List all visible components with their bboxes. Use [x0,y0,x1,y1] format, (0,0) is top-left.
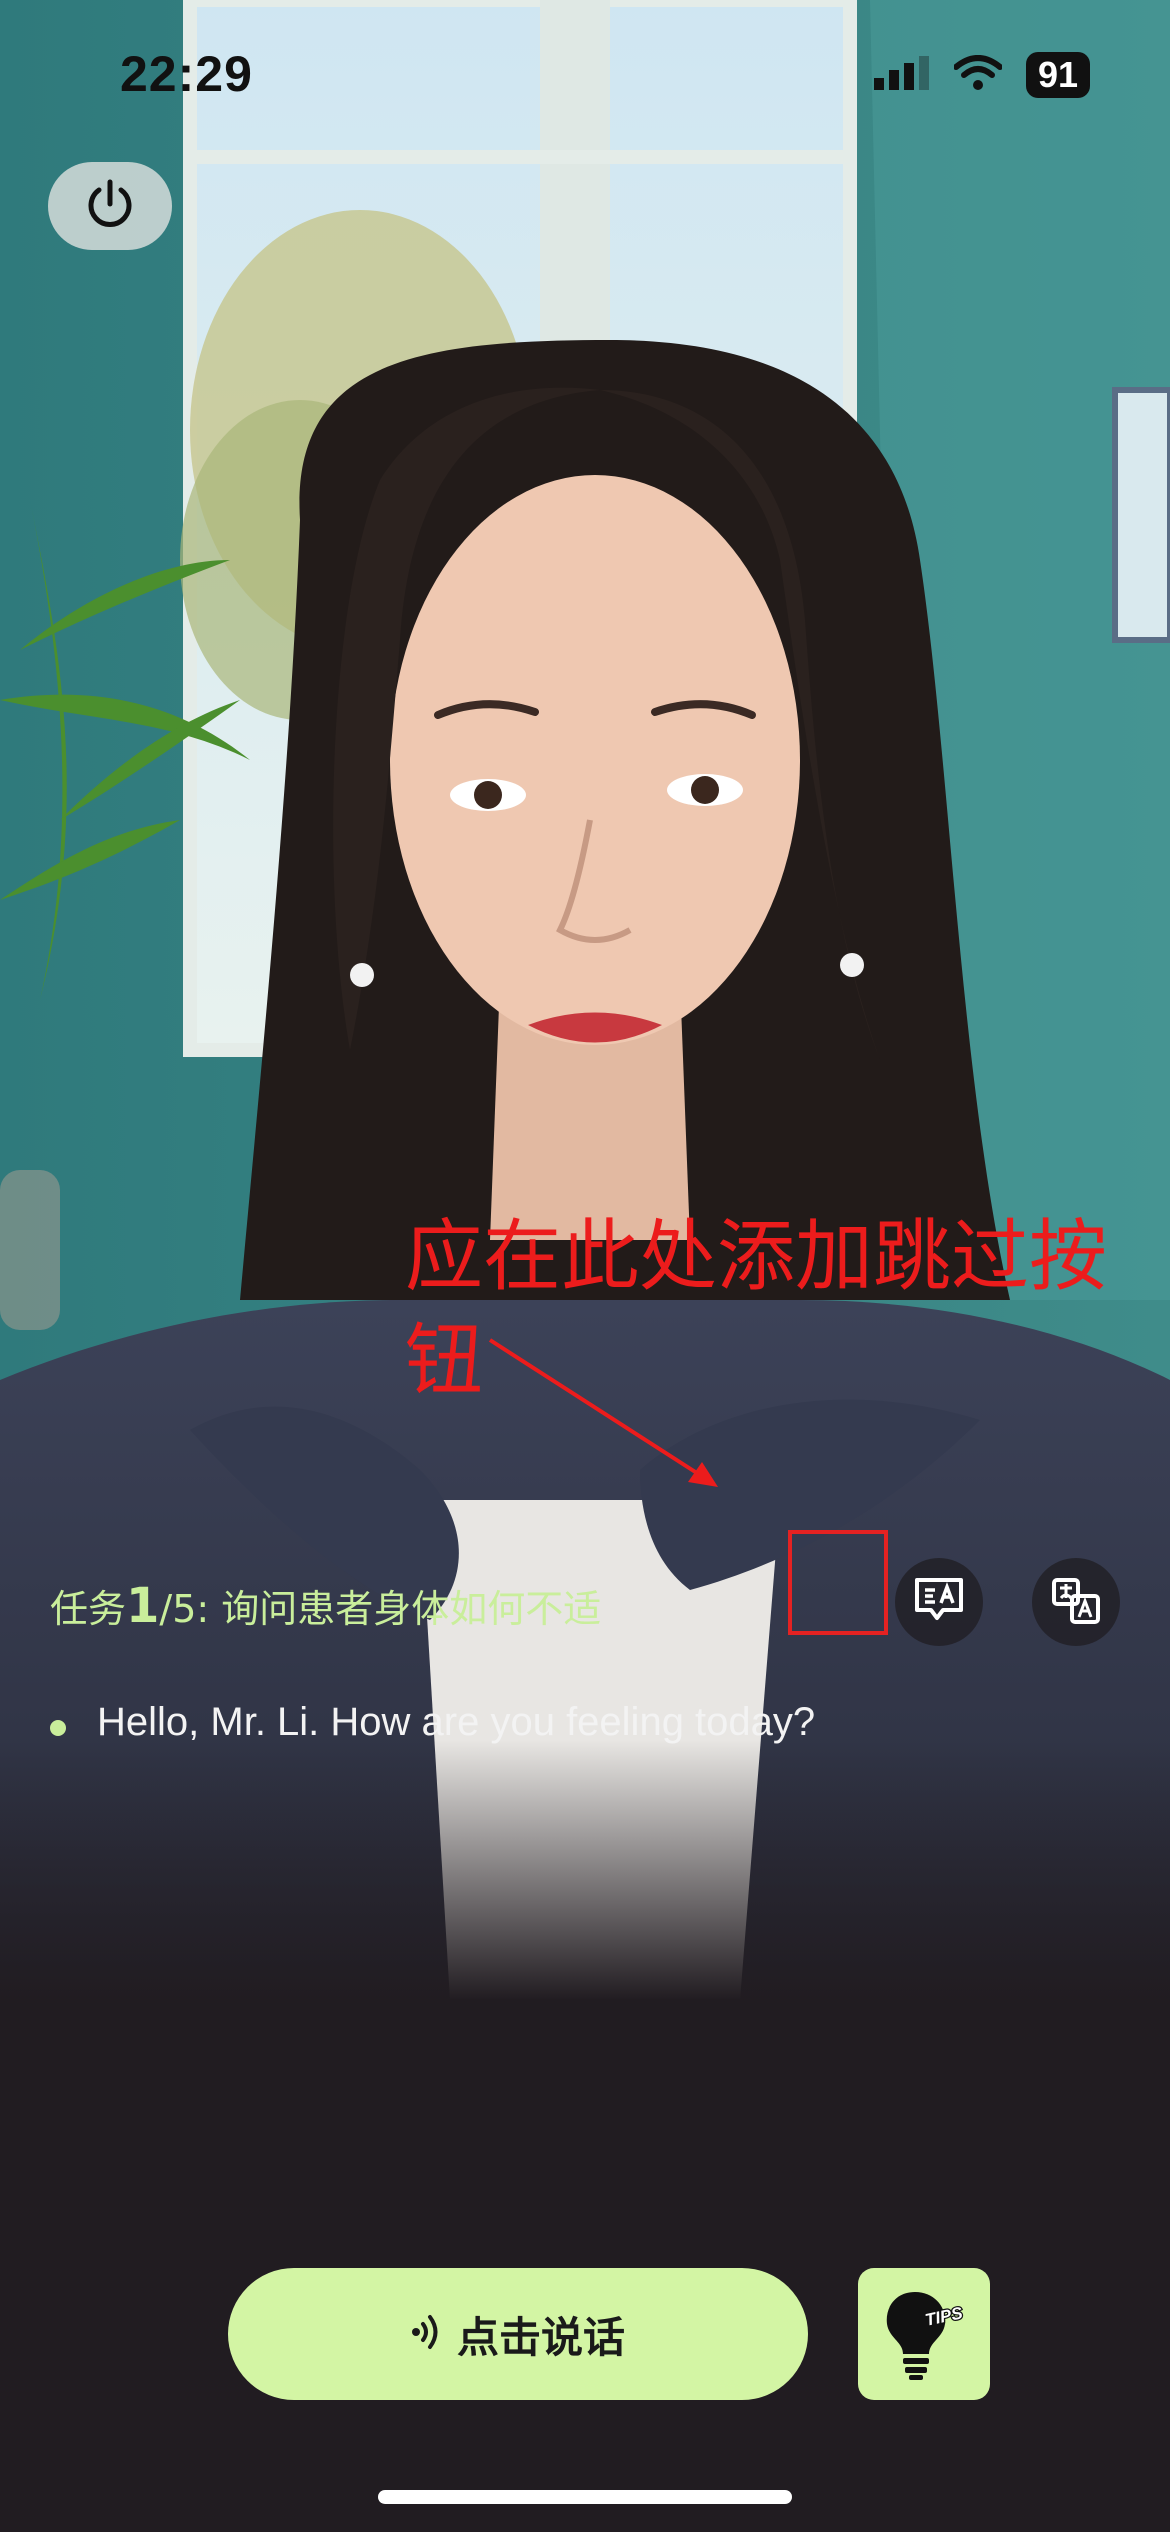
task-description: 询问患者身体如何不适 [221,1587,602,1631]
translate-button[interactable] [1032,1558,1120,1646]
tips-button[interactable]: TIPS [858,2268,990,2400]
task-total: /5: [159,1587,222,1631]
home-indicator [378,2490,792,2504]
bullet-dot [50,1720,66,1736]
talk-button[interactable]: 点击说话 [228,2268,808,2400]
status-icons: 91 [873,52,1090,98]
status-time: 22:29 [120,46,253,102]
lightbulb-icon: TIPS [879,2282,969,2387]
wifi-icon [952,54,1003,96]
task-current: 1 [126,1578,160,1634]
battery-level: 91 [1025,52,1090,98]
translate-icon [1050,1574,1102,1631]
annotation-highlight-box [788,1530,888,1635]
subtitle-toggle-button[interactable] [895,1558,983,1646]
task-progress: 任务1/5: 询问患者身体如何不适 [50,1578,601,1634]
subtitle-translate-icon [913,1576,965,1629]
power-button[interactable] [48,162,172,250]
cellular-signal-icon [873,55,930,95]
sound-wave-icon [411,2312,443,2357]
task-prefix: 任务 [50,1587,127,1631]
talk-button-label: 点击说话 [456,2312,625,2362]
annotation-note: 应在此处添加跳过按钮 [405,1212,1108,1406]
dialogue-sentence: Hello, Mr. Li. How are you feeling today… [97,1700,816,1744]
power-icon [84,178,136,235]
